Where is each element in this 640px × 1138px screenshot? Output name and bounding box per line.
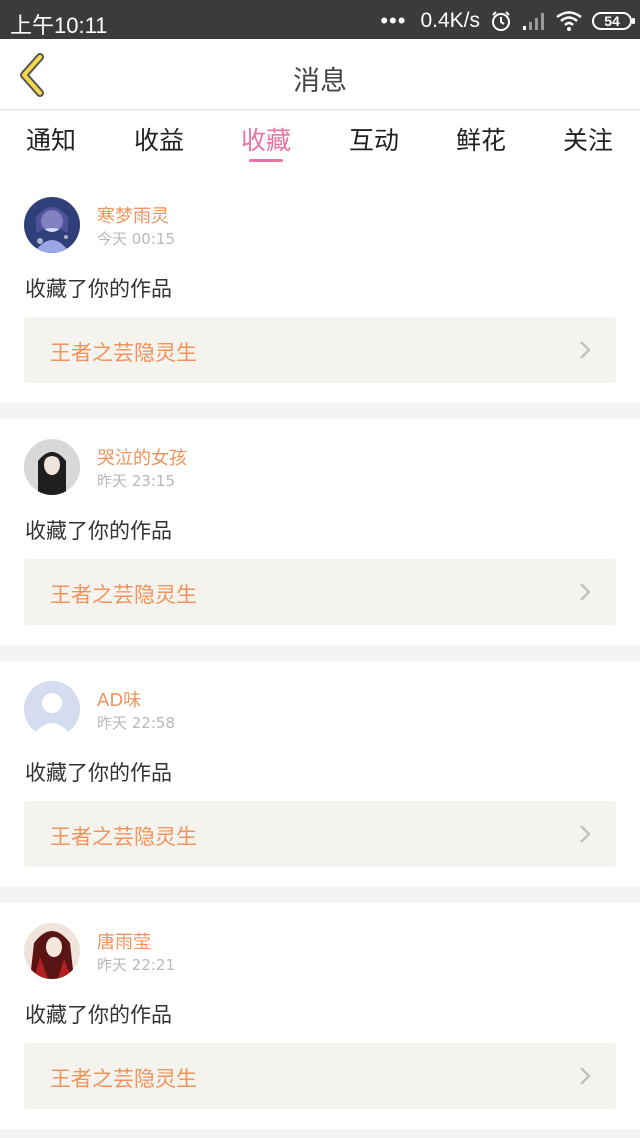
message-time: 昨天 22:58 — [97, 714, 175, 732]
user-name[interactable]: AD味 — [97, 686, 141, 712]
status-bar: 上午10:11 ••• 0.4K/s 54 — [0, 0, 640, 39]
message-time: 昨天 22:21 — [97, 956, 175, 974]
message-card: 唐雨莹 昨天 22:21 收藏了你的作品 王者之芸隐灵生 — [0, 903, 640, 1129]
tab-follows[interactable]: 关注 — [563, 121, 613, 157]
message-action: 收藏了你的作品 — [25, 761, 172, 785]
message-time: 今天 00:15 — [97, 230, 175, 248]
avatar[interactable] — [24, 681, 80, 737]
message-time: 昨天 23:15 — [97, 472, 175, 490]
alarm-icon — [492, 11, 510, 31]
tab-favorites[interactable]: 收藏 — [241, 121, 291, 157]
wifi-icon — [556, 11, 582, 31]
status-time: 上午10:11 — [10, 13, 108, 38]
work-link[interactable]: 王者之芸隐灵生 — [24, 559, 616, 625]
user-name[interactable]: 寒梦雨灵 — [97, 202, 169, 228]
tab-flowers[interactable]: 鲜花 — [456, 121, 506, 157]
tab-bar: 通知 收益 收藏 互动 鲜花 关注 — [0, 111, 640, 177]
avatar[interactable] — [24, 439, 80, 495]
work-link[interactable]: 王者之芸隐灵生 — [24, 317, 616, 383]
message-action: 收藏了你的作品 — [25, 277, 172, 301]
tab-interactions[interactable]: 互动 — [349, 121, 399, 157]
work-title: 王者之芸隐灵生 — [50, 583, 197, 607]
work-title: 王者之芸隐灵生 — [50, 341, 197, 365]
work-title: 王者之芸隐灵生 — [50, 825, 197, 849]
work-title: 王者之芸隐灵生 — [50, 1067, 197, 1091]
user-name[interactable]: 哭泣的女孩 — [97, 444, 187, 470]
work-link[interactable]: 王者之芸隐灵生 — [24, 801, 616, 867]
status-icons: ••• 0.4K/s 54 — [380, 8, 635, 34]
battery-icon: 54 — [592, 12, 635, 30]
avatar[interactable] — [24, 923, 80, 979]
signal-icon — [523, 13, 544, 30]
tab-earnings[interactable]: 收益 — [134, 121, 184, 157]
chevron-right-icon — [580, 1067, 591, 1085]
avatar[interactable] — [24, 197, 80, 253]
user-name[interactable]: 唐雨莹 — [97, 928, 151, 954]
message-card: 寒梦雨灵 今天 00:15 收藏了你的作品 王者之芸隐灵生 — [0, 177, 640, 403]
network-speed: 0.4K/s — [420, 9, 480, 32]
active-tab-indicator — [249, 159, 283, 162]
message-card: 哭泣的女孩 昨天 23:15 收藏了你的作品 王者之芸隐灵生 — [0, 419, 640, 645]
page-title: 消息 — [293, 66, 347, 97]
chevron-right-icon — [580, 341, 591, 359]
chevron-right-icon — [580, 583, 591, 601]
title-bar: 消息 — [0, 39, 640, 110]
message-card: AD味 昨天 22:58 收藏了你的作品 王者之芸隐灵生 — [0, 661, 640, 887]
message-action: 收藏了你的作品 — [25, 1003, 172, 1027]
work-link[interactable]: 王者之芸隐灵生 — [24, 1043, 616, 1109]
chevron-right-icon — [580, 825, 591, 843]
message-action: 收藏了你的作品 — [25, 519, 172, 543]
more-dots-icon: ••• — [380, 8, 407, 33]
tab-notifications[interactable]: 通知 — [26, 121, 76, 157]
